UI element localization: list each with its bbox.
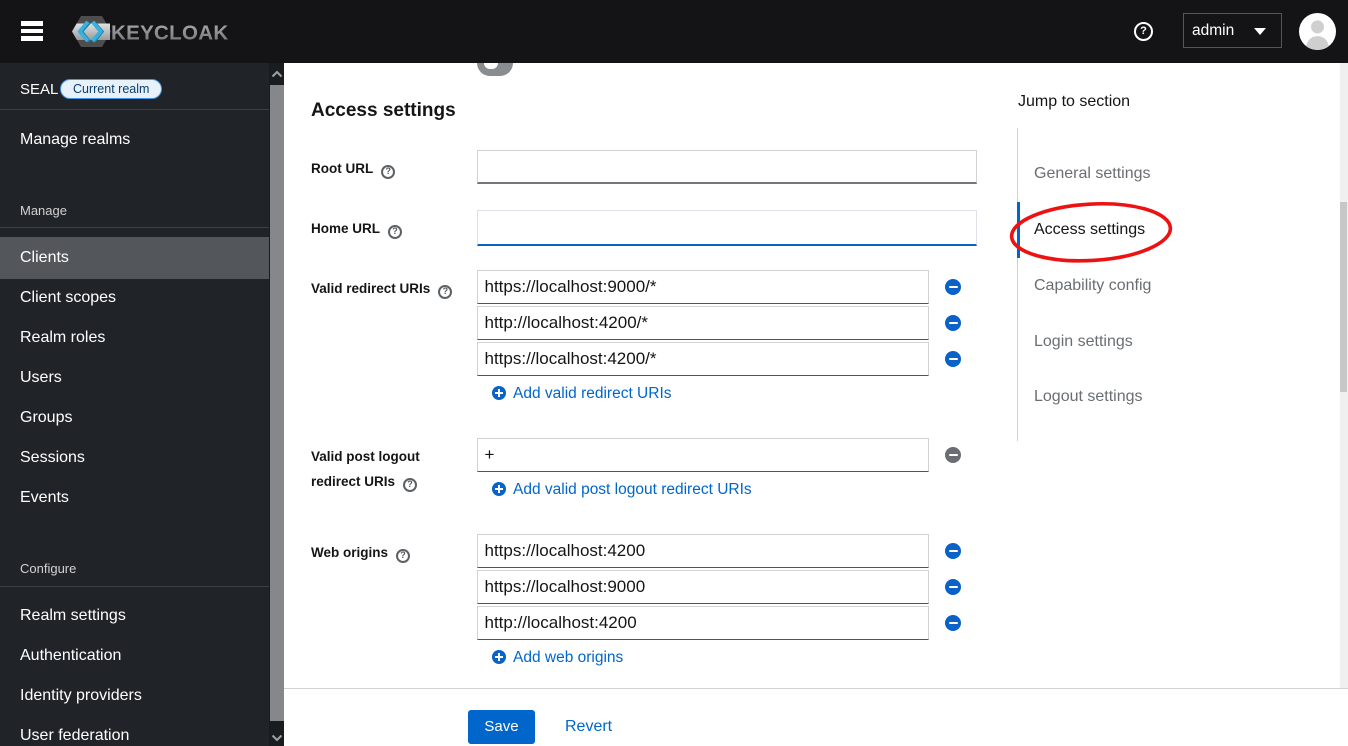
svg-text:KEYCLOAK: KEYCLOAK [111,22,228,45]
